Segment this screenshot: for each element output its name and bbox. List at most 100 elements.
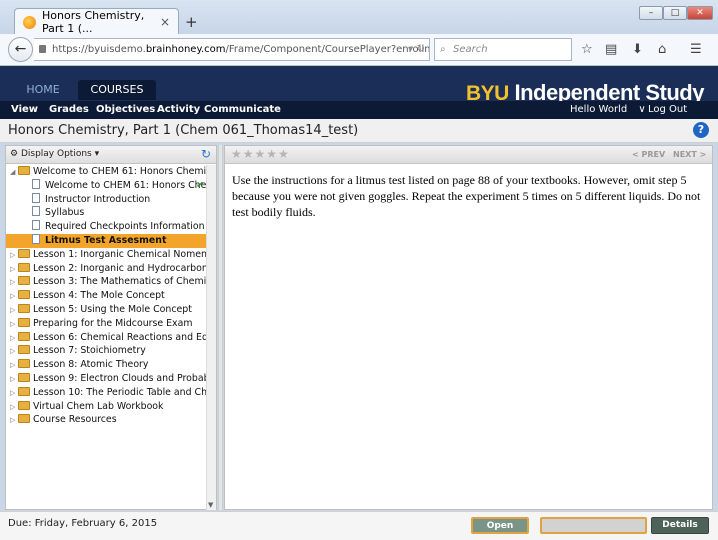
outline-item-label: Lesson 5: Using the Mole Concept <box>33 304 192 315</box>
close-tab-icon[interactable]: × <box>160 15 170 29</box>
gear-icon: ⚙ <box>10 149 19 159</box>
tab-title: Honors Chemistry, Part 1 (... <box>42 9 145 35</box>
expand-arrow-icon[interactable]: ▷ <box>10 387 18 400</box>
folder-icon <box>18 304 30 313</box>
download-icon[interactable]: ⬇ <box>632 42 643 57</box>
expand-arrow-icon[interactable]: ▷ <box>10 345 18 358</box>
address-bar[interactable]: https://byuisdemo.brainhoney.com/Frame/C… <box>34 38 430 61</box>
folder-icon <box>18 373 30 382</box>
page-icon <box>32 234 40 244</box>
outline-folder-item[interactable]: ▷ Lesson 9: Electron Clouds and Probabili… <box>6 372 206 386</box>
expand-arrow-icon[interactable]: ▷ <box>10 401 18 414</box>
subnav-view[interactable]: View <box>11 104 38 115</box>
refresh-icon[interactable]: ↻ <box>201 147 211 161</box>
outline-folder-item[interactable]: ▷ Lesson 3: The Mathematics of Chemistry <box>6 275 206 289</box>
home-icon[interactable]: ⌂ <box>658 42 666 57</box>
user-menu[interactable]: Hello World ∨ <box>570 104 646 115</box>
assignment-text: Use the instructions for a litmus test l… <box>232 173 701 219</box>
bookmark-star-icon[interactable]: ☆ <box>581 42 593 57</box>
expand-arrow-icon[interactable]: ▷ <box>10 290 18 303</box>
outline-page-item[interactable]: Welcome to CHEM 61: Honors Chemistry✔ <box>6 178 206 193</box>
outline-item-label: Welcome to CHEM 61: Honors Chemistry, Pa… <box>33 166 206 177</box>
close-window-icon[interactable]: ✕ <box>687 6 713 20</box>
subnav-objectives[interactable]: Objectives <box>96 104 155 115</box>
nav-tab-home[interactable]: HOME <box>14 80 72 100</box>
details-button[interactable]: Details <box>651 517 709 534</box>
expand-arrow-icon[interactable]: ▷ <box>10 359 18 372</box>
chevron-down-icon: ▾ <box>94 149 100 159</box>
dropdown-arrow-icon[interactable]: ▾ <box>408 39 413 60</box>
outline-folder-item[interactable]: ▷ Lesson 10: The Periodic Table and Chemi… <box>6 386 206 400</box>
folder-icon <box>18 262 30 272</box>
outline-folder-item[interactable]: ▷ Lesson 6: Chemical Reactions and Equati… <box>6 331 206 345</box>
browser-navbar: ← https://byuisdemo.brainhoney.com/Frame… <box>0 34 718 66</box>
content-panel: ★★★★★ < PREV NEXT > Use the instructions… <box>224 145 713 510</box>
reload-icon[interactable]: ↻ <box>417 39 425 60</box>
outline-page-item[interactable]: Litmus Test Assesment <box>6 234 206 248</box>
folder-icon <box>18 166 30 175</box>
new-tab-button[interactable]: + <box>185 13 198 31</box>
expand-arrow-icon[interactable]: ▷ <box>10 304 18 317</box>
outline-page-item[interactable]: Instructor Introduction <box>6 192 206 207</box>
submission-button[interactable] <box>540 517 647 534</box>
outline-folder-item[interactable]: ▷ Lesson 7: Stoichiometry <box>6 344 206 358</box>
outline-item-label: Course Resources <box>33 414 117 426</box>
outline-page-item[interactable]: Required Checkpoints Information <box>6 220 206 234</box>
outline-item-label: Preparing for the Midcourse Exam <box>33 317 193 329</box>
open-button[interactable]: Open <box>471 517 529 534</box>
subnav-communicate[interactable]: Communicate <box>204 104 281 115</box>
subnav-grades[interactable]: Grades <box>49 104 89 115</box>
display-options-dropdown[interactable]: ⚙ Display Options ▾ <box>10 149 99 159</box>
menu-icon[interactable]: ☰ <box>690 42 702 57</box>
outline-folder-item[interactable]: ▷ Virtual Chem Lab Workbook <box>6 400 206 414</box>
reading-list-icon[interactable]: ▤ <box>605 42 617 57</box>
expand-arrow-icon[interactable]: ▷ <box>10 276 18 289</box>
outline-tree: ◢ Welcome to CHEM 61: Honors Chemistry, P… <box>6 165 206 510</box>
outline-folder-item[interactable]: ▷ Lesson 5: Using the Mole Concept <box>6 303 206 317</box>
browser-titlebar: Honors Chemistry, Part 1 (... × + – □ ✕ <box>0 0 718 35</box>
expand-arrow-icon[interactable]: ▷ <box>10 332 18 345</box>
logout-link[interactable]: Log Out <box>648 104 687 115</box>
rating-stars[interactable]: ★★★★★ <box>231 147 290 161</box>
url-path: /Frame/Component/CoursePlayer?enrollment… <box>225 44 430 55</box>
outline-folder-item[interactable]: ▷ Preparing for the Midcourse Exam <box>6 317 206 331</box>
folder-icon <box>18 359 30 369</box>
expand-arrow-icon[interactable]: ▷ <box>10 318 18 331</box>
scroll-down-icon[interactable]: ▼ <box>208 501 213 509</box>
nav-tab-courses[interactable]: COURSES <box>78 80 156 100</box>
expand-arrow-icon[interactable]: ▷ <box>10 373 18 386</box>
panel-splitter[interactable] <box>218 145 223 510</box>
browser-tab[interactable]: Honors Chemistry, Part 1 (... × <box>14 8 179 35</box>
outline-page-item[interactable]: Syllabus <box>6 206 206 220</box>
expand-arrow-icon[interactable]: ▷ <box>10 414 18 427</box>
page-icon <box>32 206 40 217</box>
subnav-activity[interactable]: Activity <box>157 104 200 115</box>
next-button[interactable]: NEXT > <box>673 150 706 159</box>
outline-folder-item[interactable]: ◢ Welcome to CHEM 61: Honors Chemistry, P… <box>6 165 206 179</box>
expand-arrow-icon[interactable]: ▷ <box>10 263 18 276</box>
outline-item-label: Syllabus <box>45 207 85 219</box>
minimize-icon[interactable]: – <box>639 6 663 20</box>
help-icon[interactable]: ? <box>693 122 709 138</box>
page-icon <box>32 192 40 203</box>
outline-scrollbar[interactable]: ▼ <box>206 165 216 510</box>
outline-item-label: Lesson 3: The Mathematics of Chemistry <box>33 276 206 288</box>
outline-folder-item[interactable]: ▷ Lesson 2: Inorganic and Hydrocarbon Nom… <box>6 262 206 276</box>
folder-icon <box>18 386 30 396</box>
outline-item-label: Lesson 10: The Periodic Table and Chemic… <box>33 386 206 398</box>
outline-item-label: Lesson 4: The Mole Concept <box>33 290 165 302</box>
search-input[interactable]: ⌕ Search <box>434 38 572 61</box>
outline-folder-item[interactable]: ▷ Course Resources <box>6 413 206 427</box>
folder-icon <box>18 317 30 327</box>
back-arrow-icon[interactable]: ← <box>8 37 33 62</box>
outline-item-label: Lesson 2: Inorganic and Hydrocarbon Nome… <box>33 262 206 274</box>
course-title: Honors Chemistry, Part 1 (Chem 061_Thoma… <box>8 123 359 138</box>
outline-item-label: Lesson 9: Electron Clouds and Probabilit… <box>33 373 206 384</box>
collapse-arrow-icon[interactable]: ◢ <box>10 166 18 179</box>
outline-folder-item[interactable]: ▷ Lesson 8: Atomic Theory <box>6 358 206 372</box>
prev-button[interactable]: < PREV <box>632 150 665 159</box>
outline-folder-item[interactable]: ▷ Lesson 4: The Mole Concept <box>6 289 206 303</box>
outline-folder-item[interactable]: ▷ Lesson 1: Inorganic Chemical Nomenclatu… <box>6 248 206 262</box>
maximize-icon[interactable]: □ <box>663 6 687 20</box>
expand-arrow-icon[interactable]: ▷ <box>10 249 18 262</box>
